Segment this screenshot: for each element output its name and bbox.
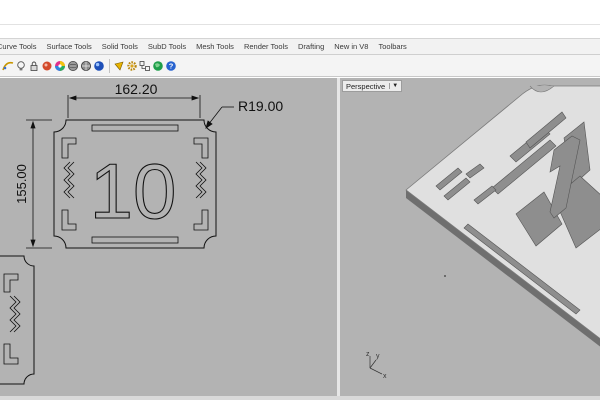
lightbulb-icon[interactable]	[15, 60, 27, 72]
tab-mesh-tools[interactable]: Mesh Tools	[196, 42, 242, 51]
color-wheel-icon[interactable]	[54, 60, 66, 72]
left-ornament	[61, 137, 77, 231]
pointer-icon[interactable]	[113, 60, 125, 72]
height-dimension-label: 155.00	[14, 164, 29, 204]
svg-text:?: ?	[169, 61, 174, 70]
globe-icon[interactable]	[152, 60, 164, 72]
gear-icon[interactable]	[126, 60, 138, 72]
viewport-title: Perspective	[346, 81, 386, 91]
toolbar-tabs: Curve Tools Surface Tools Solid Tools Su…	[0, 39, 600, 55]
tab-drafting[interactable]: Drafting	[298, 42, 332, 51]
layout-icon[interactable]	[139, 60, 151, 72]
tab-toolbars[interactable]: Toolbars	[378, 42, 414, 51]
axis-z-label: z	[366, 351, 370, 358]
part-number: 10	[90, 147, 177, 235]
tab-surface-tools[interactable]: Surface Tools	[46, 42, 99, 51]
top-viewport[interactable]: 162.20 155.00 R19.00 10	[0, 78, 337, 396]
render-sphere-icon[interactable]	[67, 60, 79, 72]
origin-dot	[444, 275, 446, 277]
command-area[interactable]	[0, 0, 600, 39]
width-dimension-label: 162.20	[115, 81, 158, 97]
height-dimension[interactable]	[26, 119, 52, 249]
tab-curve-tools[interactable]: Curve Tools	[0, 42, 44, 51]
chevron-down-icon[interactable]: ▼	[389, 83, 398, 89]
toolbar-separator	[109, 58, 110, 73]
environment-icon[interactable]	[80, 60, 92, 72]
radius-callout[interactable]	[205, 106, 234, 129]
radius-label: R19.00	[238, 98, 283, 114]
tab-subd-tools[interactable]: SubD Tools	[148, 42, 194, 51]
top-viewport-drawing: 162.20 155.00 R19.00 10	[0, 81, 283, 385]
help-icon[interactable]: ?	[165, 60, 177, 72]
tab-new-in-v8[interactable]: New in V8	[334, 42, 376, 51]
lock-icon[interactable]	[28, 60, 40, 72]
axis-y-label: y	[376, 353, 380, 360]
right-ornament	[193, 137, 209, 231]
command-divider	[0, 24, 600, 25]
width-dimension[interactable]	[67, 95, 201, 118]
material-icon[interactable]	[41, 60, 53, 72]
tab-render-tools[interactable]: Render Tools	[244, 42, 296, 51]
perspective-viewport-drawing: z y x	[366, 84, 600, 380]
tab-solid-tools[interactable]: Solid Tools	[102, 42, 146, 51]
display-mode-icon[interactable]	[93, 60, 105, 72]
axis-x-label: x	[383, 373, 387, 380]
second-plate-partial[interactable]	[0, 255, 35, 385]
curve-tool-icon[interactable]	[2, 60, 14, 72]
perspective-viewport-label[interactable]: Perspective ▼	[342, 80, 403, 92]
perspective-viewport[interactable]: z y x Perspective ▼	[340, 78, 600, 396]
icon-toolbar: ?	[0, 55, 600, 77]
status-bar	[0, 396, 600, 400]
